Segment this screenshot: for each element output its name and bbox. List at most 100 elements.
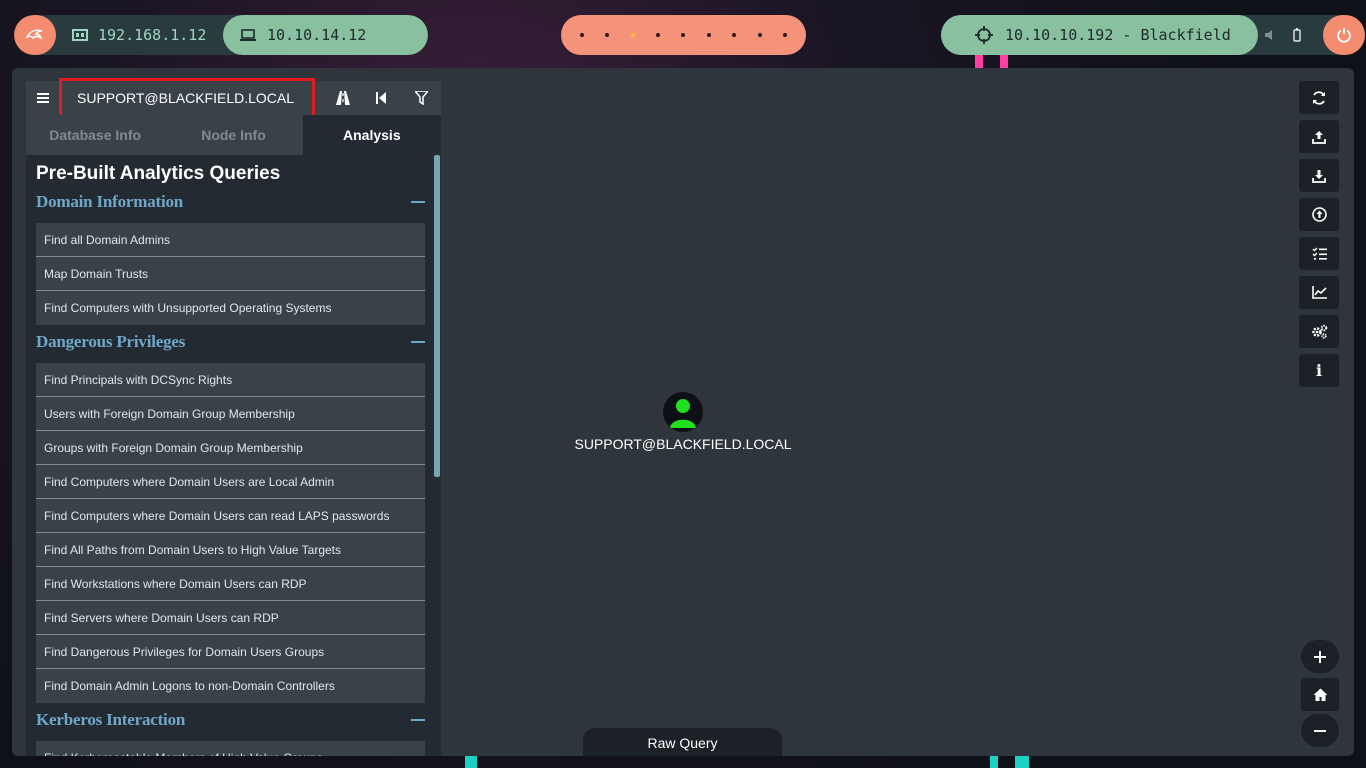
upload-icon	[1312, 130, 1326, 144]
query-list: Find all Domain Admins Map Domain Trusts F…	[36, 223, 425, 325]
query-item[interactable]: Users with Foreign Domain Group Membersh…	[36, 397, 425, 431]
workspace-dot[interactable]	[732, 33, 737, 37]
workspace-dot[interactable]	[681, 33, 686, 37]
query-item[interactable]: Find Computers with Unsupported Operatin…	[36, 291, 425, 325]
topbar-right-pill: 10.10.10.192 - Blackfield	[941, 15, 1365, 55]
topbar-left-pill: 192.168.1.12 10.10.14.12	[14, 15, 428, 55]
workspace-dot[interactable]	[706, 33, 711, 37]
menu-button[interactable]	[26, 81, 60, 115]
about-button[interactable]: i	[1299, 354, 1339, 387]
user-node[interactable]	[663, 392, 703, 432]
node-label: SUPPORT@BLACKFIELD.LOCAL	[574, 436, 792, 452]
gears-icon	[1311, 324, 1327, 339]
volume-icon[interactable]	[1258, 15, 1284, 55]
kali-dragon-icon	[25, 29, 43, 40]
kali-menu-button[interactable]	[14, 15, 56, 55]
hamburger-icon	[37, 93, 49, 103]
collapse-icon[interactable]	[411, 201, 425, 203]
search-value: SUPPORT@BLACKFIELD.LOCAL	[77, 90, 295, 106]
workspace-dot[interactable]	[630, 33, 635, 37]
settings-button[interactable]	[1299, 315, 1339, 348]
crosshair-icon	[975, 26, 993, 44]
section-title: Dangerous Privileges	[36, 332, 186, 351]
analysis-scroll-area: Pre-Built Analytics Queries Domain Infor…	[26, 155, 441, 756]
query-list: Find Principals with DCSync Rights Users …	[36, 363, 425, 703]
query-item[interactable]: Find Servers where Domain Users can RDP	[36, 601, 425, 635]
back-button[interactable]	[364, 81, 398, 115]
left-panel: SUPPORT@BLACKFIELD.LOCAL Database Info N…	[26, 78, 441, 756]
chart-icon	[1311, 286, 1327, 299]
step-backward-icon	[376, 92, 386, 104]
reset-view-button[interactable]	[1301, 678, 1339, 711]
vpn-ip: 10.10.14.12	[267, 26, 367, 44]
local-ip-segment: 192.168.1.12	[56, 15, 222, 55]
refresh-icon	[1313, 90, 1325, 105]
zoom-out-button[interactable]	[1301, 714, 1339, 747]
query-item[interactable]: Find Computers where Domain Users can re…	[36, 499, 425, 533]
section-kerberos-interaction[interactable]: Kerberos Interaction	[36, 707, 425, 733]
filter-button[interactable]	[404, 81, 438, 115]
upload-circle-icon	[1311, 207, 1327, 222]
download-button[interactable]	[1299, 159, 1339, 192]
workspace-dot[interactable]	[757, 33, 762, 37]
section-title: Domain Information	[36, 192, 184, 211]
checklist-icon	[1312, 247, 1327, 260]
query-item[interactable]: Find Kerberoastable Members of High Valu…	[36, 741, 425, 756]
road-icon	[336, 91, 350, 105]
info-icon: i	[1315, 361, 1323, 380]
workspace-dot[interactable]	[605, 33, 610, 37]
workspace-dot[interactable]	[783, 33, 788, 37]
collapse-icon[interactable]	[411, 719, 425, 721]
queries-button[interactable]	[1299, 237, 1339, 270]
query-item[interactable]: Find all Domain Admins	[36, 223, 425, 257]
panel-tabs: Database Info Node Info Analysis	[26, 115, 441, 155]
power-icon	[1337, 28, 1351, 43]
network-card-icon	[72, 29, 88, 41]
target-label: 10.10.10.192 - Blackfield	[1005, 26, 1231, 44]
workspace-dot[interactable]	[579, 33, 584, 37]
query-item[interactable]: Find Principals with DCSync Rights	[36, 363, 425, 397]
download-icon	[1312, 169, 1326, 183]
scrollbar[interactable]	[434, 155, 440, 477]
query-item[interactable]: Groups with Foreign Domain Group Members…	[36, 431, 425, 465]
refresh-button[interactable]	[1299, 81, 1339, 114]
vpn-ip-segment: 10.10.14.12	[223, 15, 428, 55]
pathfinding-button[interactable]	[326, 81, 360, 115]
query-item[interactable]: Find Domain Admin Logons to non-Domain C…	[36, 669, 425, 703]
workspace-switcher	[561, 15, 806, 55]
user-icon	[670, 399, 696, 428]
wallpaper-accent	[465, 755, 477, 768]
raw-query-toggle[interactable]: Raw Query	[583, 728, 782, 756]
target-segment: 10.10.10.192 - Blackfield	[941, 15, 1258, 55]
bloodhound-window: SUPPORT@BLACKFIELD.LOCAL Database Info N…	[12, 68, 1354, 756]
section-dangerous-privileges[interactable]: Dangerous Privileges	[36, 329, 425, 355]
import-button[interactable]	[1299, 198, 1339, 231]
filter-icon	[414, 91, 428, 105]
zoom-in-icon	[1314, 650, 1326, 663]
tab-database-info[interactable]: Database Info	[26, 115, 164, 155]
stats-button[interactable]	[1299, 276, 1339, 309]
query-item[interactable]: Find All Paths from Domain Users to High…	[36, 533, 425, 567]
battery-icon[interactable]	[1284, 15, 1310, 55]
zoom-out-icon	[1314, 729, 1326, 732]
tab-node-info[interactable]: Node Info	[164, 115, 302, 155]
power-button[interactable]	[1323, 15, 1365, 55]
local-ip: 192.168.1.12	[98, 26, 207, 44]
query-item[interactable]: Find Dangerous Privileges for Domain Use…	[36, 635, 425, 669]
analysis-title: Pre-Built Analytics Queries	[36, 163, 281, 184]
upload-button[interactable]	[1299, 120, 1339, 153]
section-title: Kerberos Interaction	[36, 710, 186, 729]
query-item[interactable]: Find Workstations where Domain Users can…	[36, 567, 425, 601]
search-row: SUPPORT@BLACKFIELD.LOCAL	[26, 78, 441, 118]
node-search-input[interactable]: SUPPORT@BLACKFIELD.LOCAL	[59, 78, 315, 118]
zoom-in-button[interactable]	[1301, 640, 1339, 673]
workspace-dot[interactable]	[656, 33, 661, 37]
home-icon	[1313, 688, 1327, 701]
tab-analysis[interactable]: Analysis	[302, 115, 441, 155]
wallpaper-accent	[990, 755, 998, 768]
section-domain-information[interactable]: Domain Information	[36, 189, 425, 215]
query-item[interactable]: Map Domain Trusts	[36, 257, 425, 291]
query-list: Find Kerberoastable Members of High Valu…	[36, 741, 425, 756]
collapse-icon[interactable]	[411, 341, 425, 343]
query-item[interactable]: Find Computers where Domain Users are Lo…	[36, 465, 425, 499]
